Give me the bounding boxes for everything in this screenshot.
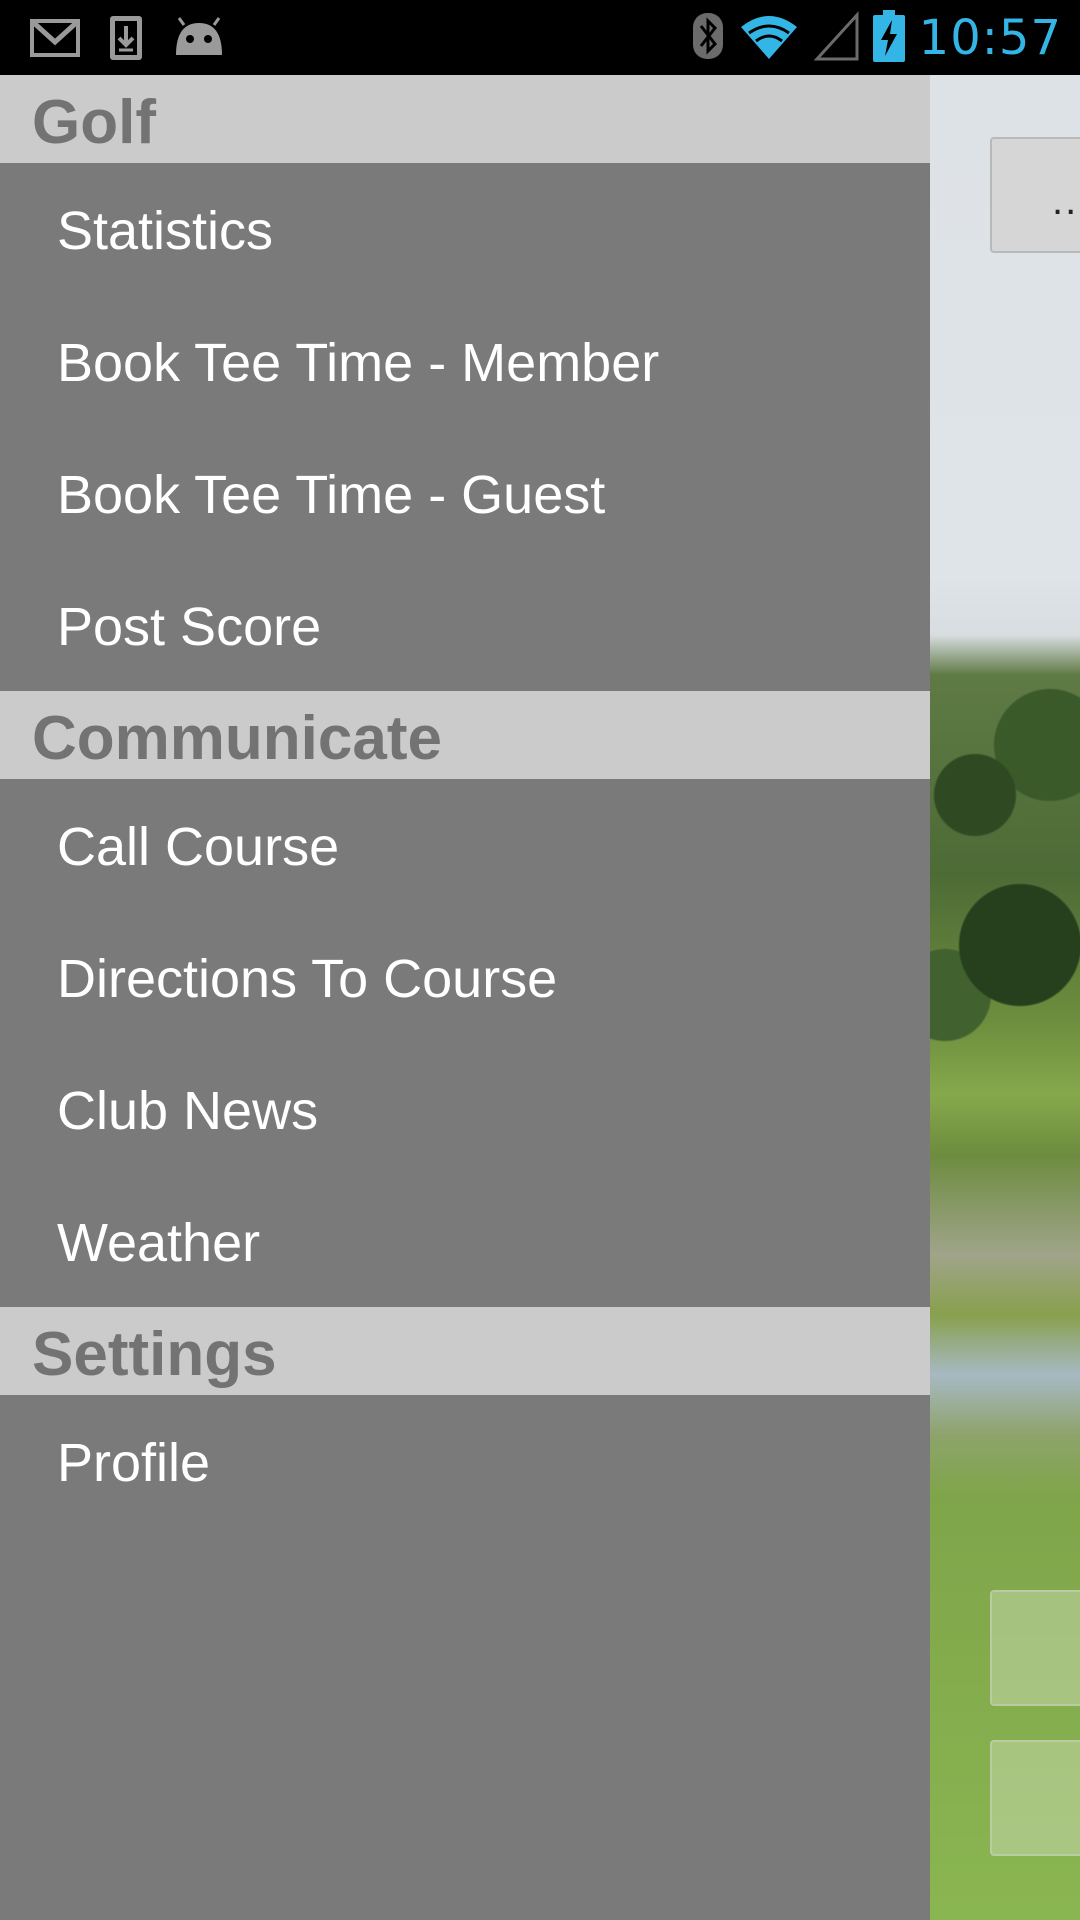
- navigation-drawer: Golf Statistics Book Tee Time - Member B…: [0, 75, 930, 1920]
- section-header-communicate: Communicate: [0, 691, 930, 779]
- app-background-photo: ..: [930, 75, 1080, 1920]
- menu-item-book-tee-time-guest[interactable]: Book Tee Time - Guest: [0, 427, 930, 559]
- wifi-icon: [739, 11, 799, 66]
- download-icon: [108, 14, 144, 67]
- menu-item-profile[interactable]: Profile: [0, 1395, 930, 1527]
- battery-charging-icon: [872, 9, 905, 67]
- system-icons: 10:57: [691, 8, 1062, 68]
- gmail-icon: [30, 18, 80, 63]
- menu-item-club-news[interactable]: Club News: [0, 1043, 930, 1175]
- menu-item-post-score[interactable]: Post Score: [0, 559, 930, 691]
- menu-item-book-tee-time-member[interactable]: Book Tee Time - Member: [0, 295, 930, 427]
- menu-item-statistics[interactable]: Statistics: [0, 163, 930, 295]
- section-header-golf: Golf: [0, 75, 930, 163]
- overflow-button[interactable]: ..: [990, 137, 1080, 253]
- notification-icons: [30, 14, 226, 67]
- menu-item-directions-to-course[interactable]: Directions To Course: [0, 911, 930, 1043]
- signal-icon: [813, 10, 859, 66]
- clock: 10:57: [918, 10, 1062, 66]
- background-tile[interactable]: [990, 1590, 1080, 1706]
- background-trees: [930, 595, 1080, 1095]
- menu-item-call-course[interactable]: Call Course: [0, 779, 930, 911]
- menu-item-weather[interactable]: Weather: [0, 1175, 930, 1307]
- android-icon: [172, 17, 226, 64]
- status-bar: 10:57: [0, 0, 1080, 75]
- background-tile[interactable]: [990, 1740, 1080, 1856]
- bluetooth-icon: [691, 11, 725, 66]
- section-header-settings: Settings: [0, 1307, 930, 1395]
